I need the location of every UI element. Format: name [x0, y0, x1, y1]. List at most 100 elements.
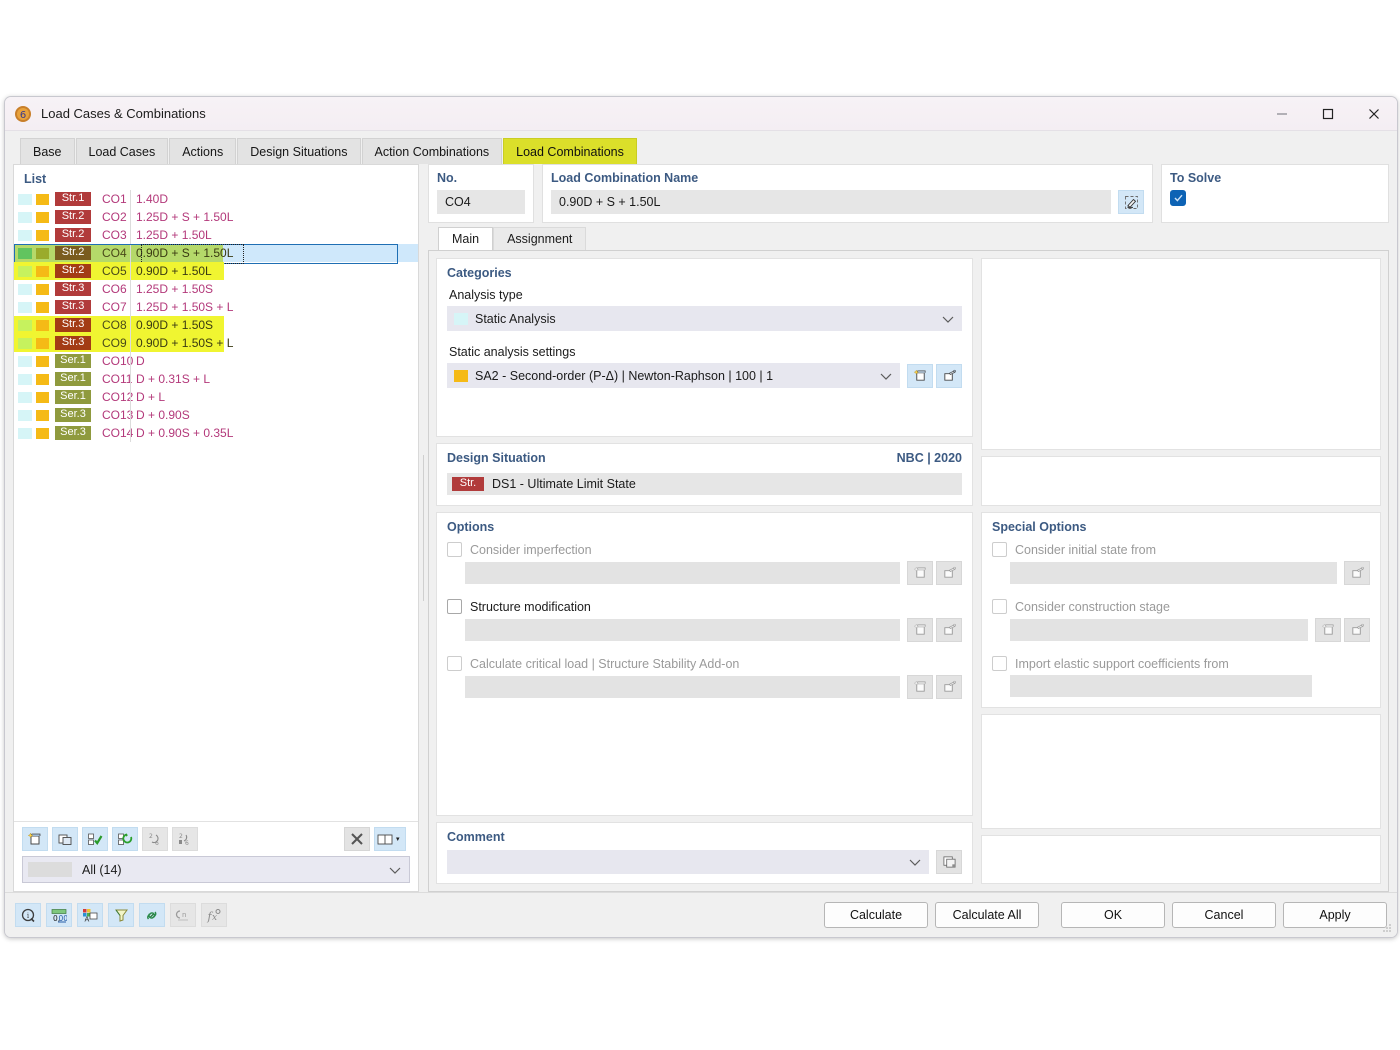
tab-load-cases[interactable]: Load Cases — [75, 138, 169, 164]
pane-splitter[interactable] — [419, 164, 428, 892]
consider-initial-state-checkbox[interactable] — [992, 542, 1007, 557]
invert-selection-button[interactable] — [112, 827, 138, 851]
resize-grip[interactable] — [1381, 922, 1392, 933]
tab-load-combinations[interactable]: Load Combinations — [503, 138, 637, 164]
view-mode-button[interactable] — [374, 827, 406, 851]
table-row[interactable]: Ser.3 CO14 D + 0.90S + 0.35L — [14, 424, 418, 442]
minimize-button[interactable] — [1259, 97, 1305, 130]
preview-area-top — [981, 258, 1381, 450]
table-row[interactable]: Str.3 CO8 0.90D + 1.50S — [14, 316, 418, 334]
svg-text:n: n — [182, 911, 186, 919]
to-solve-checkbox[interactable] — [1170, 190, 1186, 206]
tab-actions[interactable]: Actions — [169, 138, 237, 164]
tab-action-combinations[interactable]: Action Combinations — [361, 138, 503, 164]
combination-name-input[interactable]: 0.90D + S + 1.50L — [551, 190, 1111, 214]
svg-text:A: A — [85, 915, 90, 923]
list-filter-dropdown[interactable]: All (14) — [22, 856, 410, 883]
relations-icon: n — [170, 903, 196, 927]
row-number: CO3 — [102, 228, 127, 242]
load-combinations-list[interactable]: Str.1 CO1 1.40D Str.2 CO2 1.25D + S + 1.50L St… — [14, 190, 418, 821]
construction-stage-input — [1010, 619, 1308, 641]
ok-button[interactable]: OK — [1061, 902, 1165, 928]
table-row[interactable]: Str.1 CO1 1.40D — [14, 190, 418, 208]
list-title: List — [24, 172, 47, 186]
table-row[interactable]: Str.2 CO5 0.90D + 1.50L — [14, 262, 418, 280]
select-all-button[interactable] — [82, 827, 108, 851]
row-color-swatch — [36, 193, 55, 205]
tab-base[interactable]: Base — [20, 138, 75, 164]
row-number: CO7 — [102, 300, 127, 314]
combination-name-label: Load Combination Name — [551, 171, 699, 185]
row-name: D + 0.31S + L — [136, 372, 211, 386]
table-row[interactable]: Str.2 CO3 1.25D + 1.50L — [14, 226, 418, 244]
edit-static-settings-button[interactable] — [936, 363, 962, 388]
analysis-type-dropdown[interactable]: Static Analysis — [447, 306, 962, 331]
design-situation-value: DS1 - Ultimate Limit State — [492, 477, 636, 491]
edit-pencil-icon[interactable] — [1118, 190, 1144, 214]
row-design-situation-tag: Ser.1 — [55, 372, 96, 386]
new-item-button[interactable] — [22, 827, 48, 851]
delete-button[interactable] — [344, 827, 370, 851]
design-situation-tag: Str. — [452, 477, 484, 491]
no-input[interactable]: CO4 — [437, 190, 525, 214]
calculate-button[interactable]: Calculate — [824, 902, 928, 928]
import-elastic-support-checkbox[interactable] — [992, 656, 1007, 671]
consider-initial-state-label: Consider initial state from — [1015, 542, 1157, 557]
row-number: CO11 — [102, 372, 133, 386]
static-settings-dropdown[interactable]: SA2 - Second-order (P-Δ) | Newton-Raphso… — [447, 363, 900, 388]
consider-imperfection-checkbox[interactable] — [447, 542, 462, 557]
table-row[interactable]: Str.3 CO6 1.25D + 1.50S — [14, 280, 418, 298]
table-row[interactable]: Ser.1 CO11 D + 0.31S + L — [14, 370, 418, 388]
table-row[interactable]: Str.3 CO9 0.90D + 1.50S + L — [14, 334, 418, 352]
static-settings-value: SA2 - Second-order (P-Δ) | Newton-Raphso… — [475, 368, 774, 383]
cancel-button[interactable]: Cancel — [1172, 902, 1276, 928]
filter-icon[interactable] — [108, 903, 134, 927]
tab-assignment[interactable]: Assignment — [493, 227, 587, 250]
edit-initial-state-button — [1344, 561, 1370, 585]
new-static-settings-button[interactable] — [907, 363, 933, 388]
design-situation-value-row[interactable]: Str. DS1 - Ultimate Limit State — [447, 473, 962, 495]
table-row[interactable]: Str.3 CO7 1.25D + 1.50S + L — [14, 298, 418, 316]
row-color-swatch — [36, 337, 55, 349]
edit-critical-load-button — [936, 675, 962, 699]
import-elastic-support-row[interactable]: Import elastic support coefficients from — [992, 656, 1370, 671]
row-design-situation-tag: Ser.1 — [55, 354, 96, 368]
row-number: CO14 — [102, 426, 134, 440]
analysis-type-swatch — [454, 312, 468, 325]
consider-imperfection-label: Consider imperfection — [470, 542, 592, 557]
info-icon[interactable]: i — [15, 903, 41, 927]
table-row[interactable]: Ser.1 CO12 D + L — [14, 388, 418, 406]
row-name: D — [136, 354, 145, 368]
consider-imperfection-row[interactable]: Consider imperfection — [447, 542, 962, 557]
tab-design-situations[interactable]: Design Situations — [237, 138, 361, 164]
structure-modification-checkbox[interactable] — [447, 599, 462, 614]
comment-input[interactable] — [447, 850, 929, 874]
calculate-all-button[interactable]: Calculate All — [935, 902, 1039, 928]
table-row[interactable]: Str.2 CO4 0.90D + S + 1.50L — [14, 244, 418, 264]
detail-tab-strip: Main Assignment — [428, 227, 1389, 250]
row-number: CO2 — [102, 210, 127, 224]
calculate-critical-load-row[interactable]: Calculate critical load | Structure Stab… — [447, 656, 962, 671]
link-icon[interactable] — [139, 903, 165, 927]
copy-item-button[interactable] — [52, 827, 78, 851]
consider-initial-state-row[interactable]: Consider initial state from — [992, 542, 1370, 557]
close-button[interactable] — [1351, 97, 1397, 130]
maximize-button[interactable] — [1305, 97, 1351, 130]
display-properties-icon[interactable]: A — [77, 903, 103, 927]
row-number: CO9 — [102, 336, 127, 350]
apply-button[interactable]: Apply — [1283, 902, 1387, 928]
no-label: No. — [437, 171, 458, 185]
design-situation-section: Design Situation NBC | 2020 Str. DS1 - U… — [436, 443, 973, 506]
tab-main[interactable]: Main — [438, 227, 494, 250]
table-row[interactable]: Ser.1 CO10 D — [14, 352, 418, 370]
copy-icon[interactable] — [936, 850, 962, 874]
structure-modification-row[interactable]: Structure modification — [447, 599, 962, 614]
calculate-critical-load-checkbox[interactable] — [447, 656, 462, 671]
table-row[interactable]: Ser.3 CO13 D + 0.90S — [14, 406, 418, 424]
table-row[interactable]: Str.2 CO2 1.25D + S + 1.50L — [14, 208, 418, 226]
consider-construction-stage-row[interactable]: Consider construction stage — [992, 599, 1370, 614]
units-icon[interactable]: 0,00 — [46, 903, 72, 927]
main-tab-strip: Base Load Cases Actions Design Situation… — [5, 136, 1397, 164]
row-color-swatch — [36, 229, 55, 241]
consider-construction-stage-checkbox[interactable] — [992, 599, 1007, 614]
